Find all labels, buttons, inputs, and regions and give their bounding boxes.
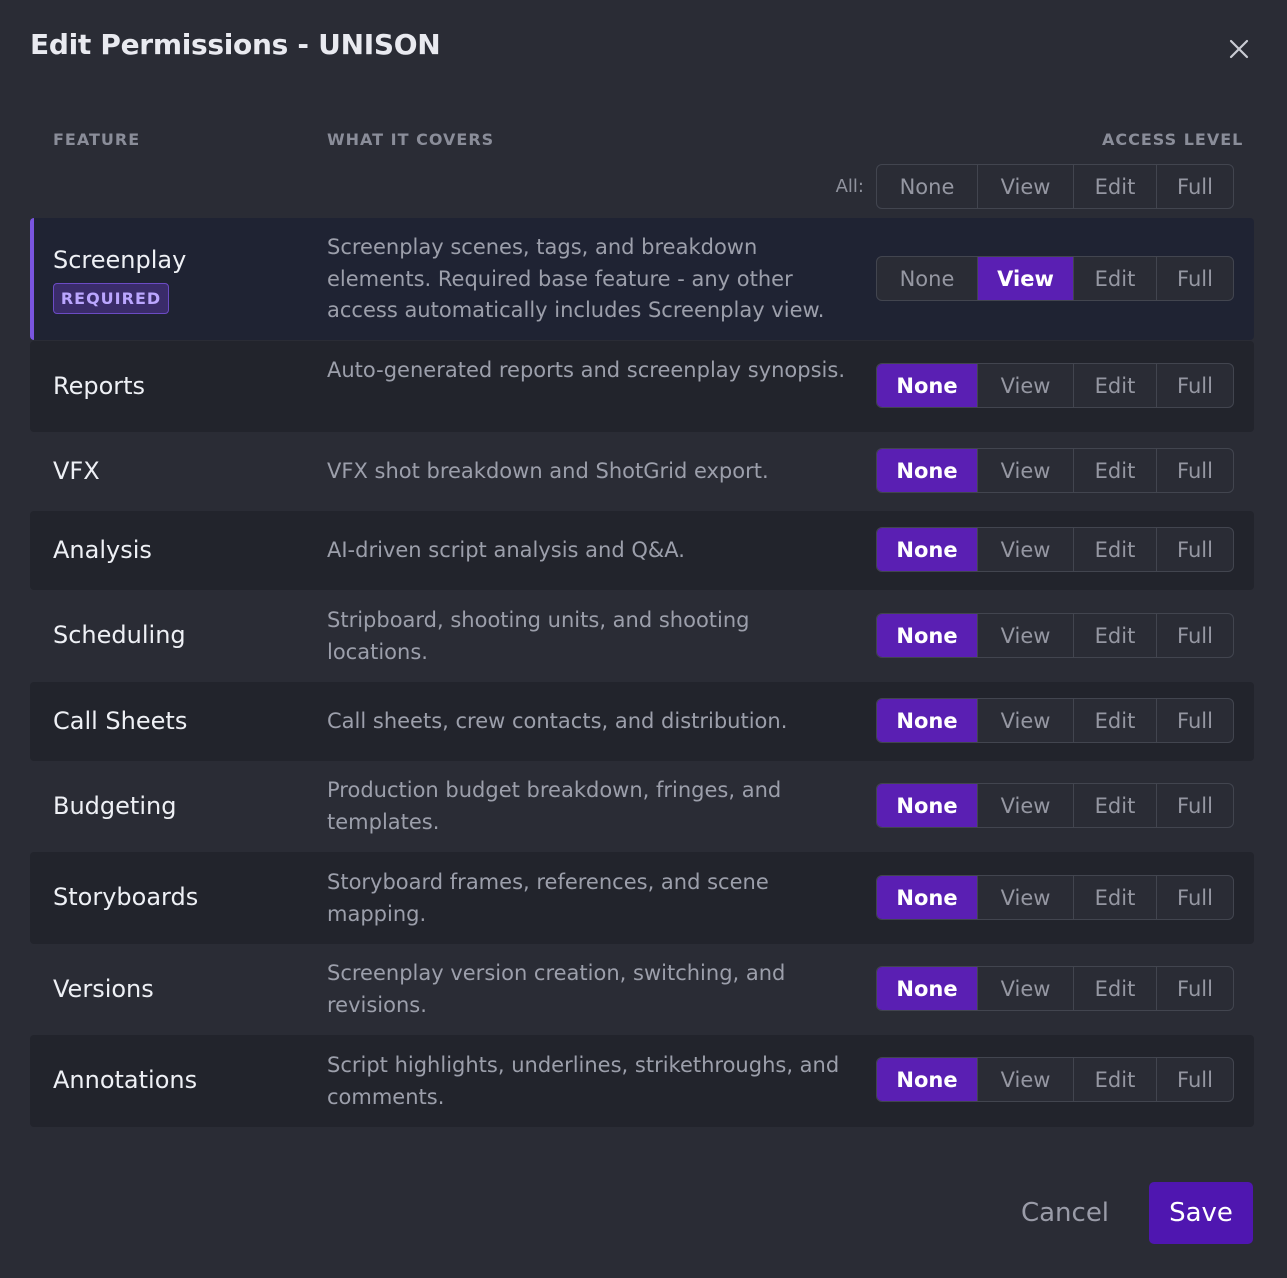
feature-name: Annotations	[53, 1066, 198, 1094]
feature-name: Call Sheets	[53, 707, 188, 735]
access-selector: None View Edit Full	[876, 363, 1234, 408]
access-selector: None View Edit Full	[876, 448, 1234, 493]
option-full[interactable]: Full	[1157, 528, 1233, 571]
access-selector: None View Edit Full	[876, 875, 1234, 920]
header-covers: WHAT IT COVERS	[327, 130, 495, 149]
close-icon[interactable]	[1224, 34, 1254, 64]
feature-name: Screenplay	[53, 246, 187, 274]
access-selector: None View Edit Full	[876, 966, 1234, 1011]
feature-name: Versions	[53, 975, 154, 1003]
access-selector: None View Edit Full	[876, 527, 1234, 572]
header-access-level: ACCESS LEVEL	[1102, 130, 1244, 149]
option-view[interactable]: View	[978, 784, 1074, 827]
feature-name: Storyboards	[53, 883, 199, 911]
option-edit[interactable]: Edit	[1074, 257, 1157, 300]
feature-description: Script highlights, underlines, strikethr…	[327, 1053, 840, 1109]
option-edit[interactable]: Edit	[1074, 1058, 1157, 1101]
option-none[interactable]: None	[877, 528, 978, 571]
feature-description: Production budget breakdown, fringes, an…	[327, 778, 782, 834]
feature-description: Storyboard frames, references, and scene…	[327, 870, 769, 926]
option-none[interactable]: None	[877, 257, 978, 300]
option-view[interactable]: View	[978, 364, 1074, 407]
option-view[interactable]: View	[978, 1058, 1074, 1101]
required-badge: REQUIRED	[53, 283, 169, 314]
feature-description: AI-driven script analysis and Q&A.	[327, 538, 685, 562]
access-selector: None View Edit Full	[876, 1057, 1234, 1102]
option-view[interactable]: View	[978, 257, 1074, 300]
option-full[interactable]: Full	[1157, 449, 1233, 492]
option-edit[interactable]: Edit	[1074, 699, 1157, 742]
feature-description: Call sheets, crew contacts, and distribu…	[327, 709, 788, 733]
option-edit[interactable]: Edit	[1074, 614, 1157, 657]
all-option-edit[interactable]: Edit	[1074, 165, 1157, 208]
dialog-title: Edit Permissions - UNISON	[30, 28, 441, 61]
access-selector: None View Edit Full	[876, 256, 1234, 301]
option-none[interactable]: None	[877, 1058, 978, 1101]
feature-description: Auto-generated reports and screenplay sy…	[327, 358, 845, 382]
option-full[interactable]: Full	[1157, 257, 1233, 300]
header-feature: FEATURE	[53, 130, 141, 149]
option-none[interactable]: None	[877, 784, 978, 827]
option-edit[interactable]: Edit	[1074, 967, 1157, 1010]
feature-name: Scheduling	[53, 621, 186, 649]
option-full[interactable]: Full	[1157, 364, 1233, 407]
save-button[interactable]: Save	[1149, 1182, 1253, 1244]
feature-name: Reports	[53, 372, 146, 400]
option-view[interactable]: View	[978, 699, 1074, 742]
access-selector: None View Edit Full	[876, 698, 1234, 743]
option-none[interactable]: None	[877, 614, 978, 657]
option-none[interactable]: None	[877, 449, 978, 492]
all-option-full[interactable]: Full	[1157, 165, 1233, 208]
option-full[interactable]: Full	[1157, 614, 1233, 657]
feature-name: Analysis	[53, 536, 152, 564]
option-none[interactable]: None	[877, 364, 978, 407]
option-none[interactable]: None	[877, 967, 978, 1010]
access-selector: None View Edit Full	[876, 783, 1234, 828]
feature-name: Budgeting	[53, 792, 177, 820]
option-none[interactable]: None	[877, 699, 978, 742]
feature-description: VFX shot breakdown and ShotGrid export.	[327, 459, 769, 483]
option-view[interactable]: View	[978, 449, 1074, 492]
option-view[interactable]: View	[978, 528, 1074, 571]
all-option-none[interactable]: None	[877, 165, 978, 208]
option-view[interactable]: View	[978, 967, 1074, 1010]
option-edit[interactable]: Edit	[1074, 528, 1157, 571]
all-access-selector: None View Edit Full	[876, 164, 1234, 209]
option-edit[interactable]: Edit	[1074, 449, 1157, 492]
option-full[interactable]: Full	[1157, 967, 1233, 1010]
cancel-button[interactable]: Cancel	[1000, 1182, 1130, 1244]
feature-description: Screenplay version creation, switching, …	[327, 961, 786, 1017]
feature-description: Stripboard, shooting units, and shooting…	[327, 608, 750, 664]
feature-name: VFX	[53, 457, 100, 485]
option-full[interactable]: Full	[1157, 876, 1233, 919]
option-edit[interactable]: Edit	[1074, 876, 1157, 919]
access-selector: None View Edit Full	[876, 613, 1234, 658]
option-full[interactable]: Full	[1157, 1058, 1233, 1101]
option-edit[interactable]: Edit	[1074, 364, 1157, 407]
option-edit[interactable]: Edit	[1074, 784, 1157, 827]
option-view[interactable]: View	[978, 614, 1074, 657]
option-none[interactable]: None	[877, 876, 978, 919]
option-full[interactable]: Full	[1157, 784, 1233, 827]
option-full[interactable]: Full	[1157, 699, 1233, 742]
all-option-view[interactable]: View	[978, 165, 1074, 208]
feature-description: Screenplay scenes, tags, and breakdown e…	[327, 235, 825, 322]
option-view[interactable]: View	[978, 876, 1074, 919]
all-label: All:	[835, 176, 864, 197]
